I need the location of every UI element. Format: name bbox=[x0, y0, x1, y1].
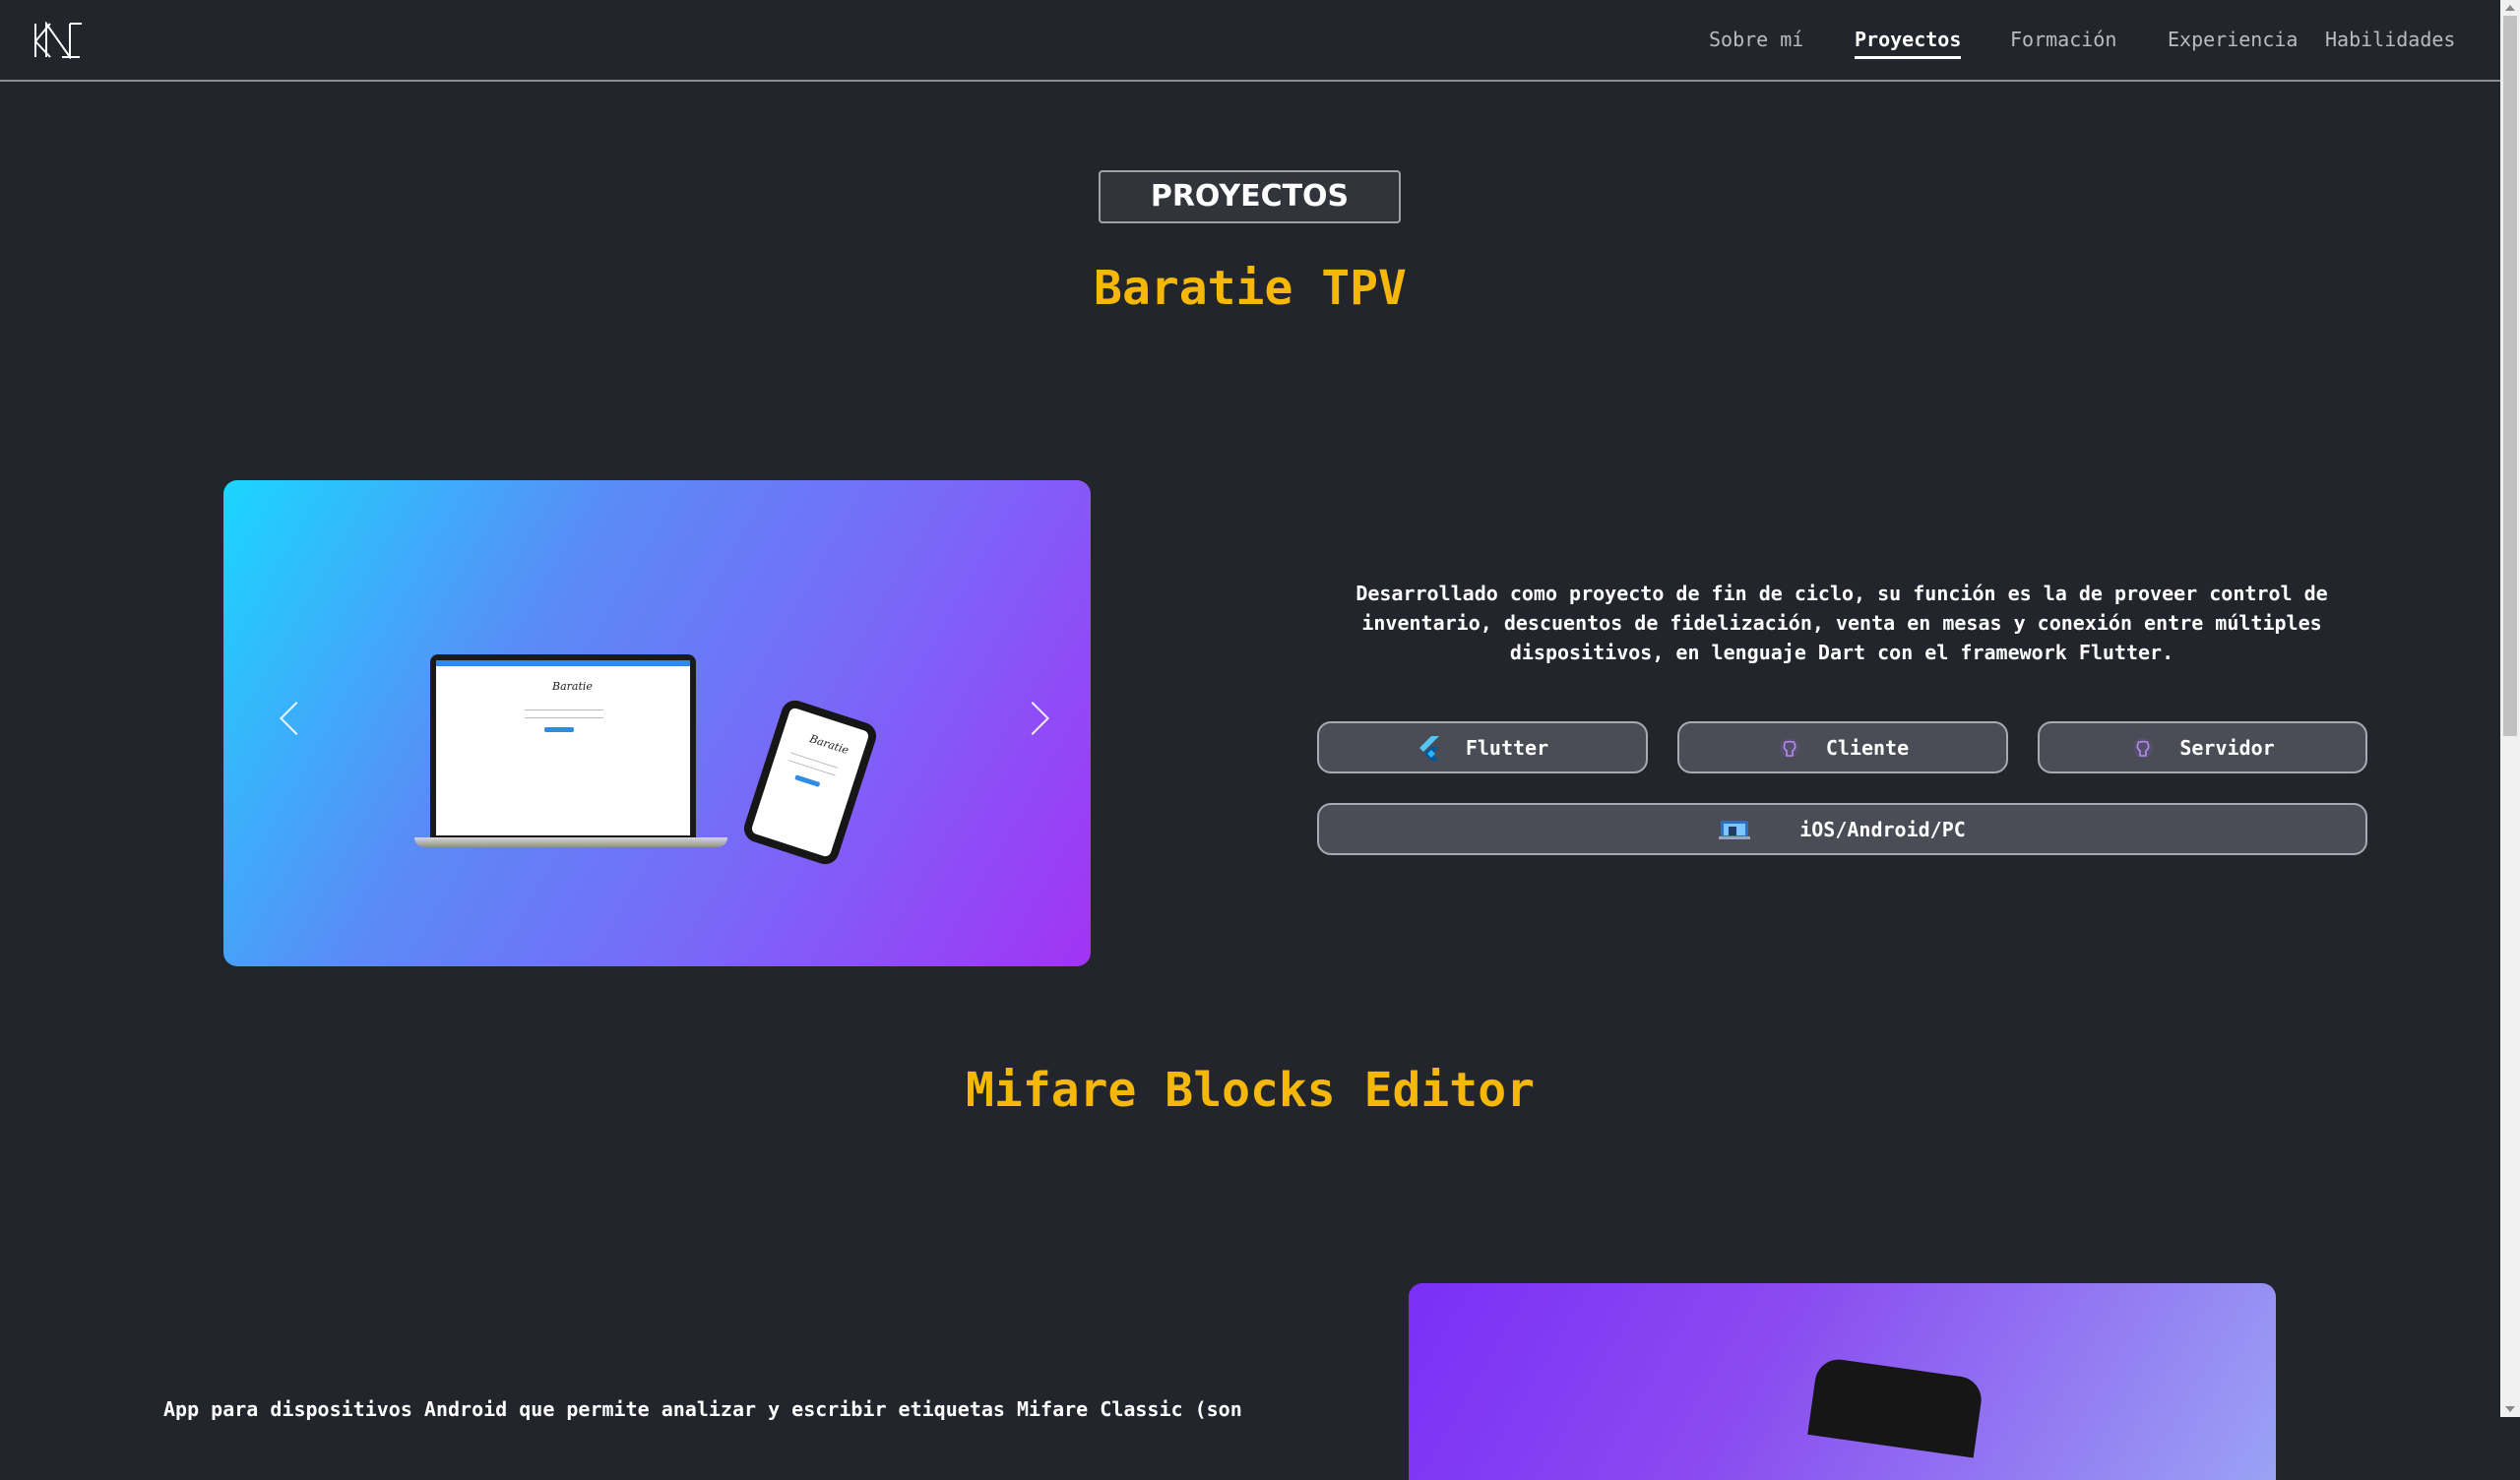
nav-item-habilidades[interactable]: Habilidades bbox=[2325, 28, 2455, 51]
phone-mockup-image bbox=[1807, 1356, 1984, 1458]
kn-logo-icon[interactable] bbox=[32, 22, 84, 59]
devices-icon bbox=[1719, 820, 1751, 839]
project-title: Baratie TPV bbox=[1094, 261, 1407, 316]
project-title: Mifare Blocks Editor bbox=[966, 1063, 1535, 1118]
nav-item-formacion[interactable]: Formación bbox=[2010, 28, 2116, 51]
servidor-button-label: Servidor bbox=[2179, 735, 2275, 760]
nav-item-sobre-mi[interactable]: Sobre mí bbox=[1709, 28, 1803, 51]
scroll-down-icon[interactable] bbox=[2505, 1406, 2515, 1412]
cliente-button-label: Cliente bbox=[1825, 735, 1910, 760]
page-scrollbar[interactable] bbox=[2500, 0, 2520, 1417]
carousel-next-icon[interactable] bbox=[1016, 702, 1049, 735]
github-icon bbox=[1779, 737, 1799, 758]
project-description: App para dispositivos Android que permit… bbox=[163, 1397, 1242, 1421]
github-icon bbox=[2133, 737, 2154, 758]
nav-item-experiencia[interactable]: Experiencia bbox=[2168, 28, 2298, 51]
servidor-button[interactable]: Servidor bbox=[2038, 721, 2367, 773]
app-brand-logo: Baratie bbox=[552, 680, 593, 693]
phone-mockup-image: Baratie bbox=[740, 697, 880, 868]
flutter-button-label: Flutter bbox=[1465, 735, 1549, 760]
nav-item-proyectos[interactable]: Proyectos bbox=[1855, 28, 1962, 59]
platforms-button-label: iOS/Android/PC bbox=[1799, 817, 1966, 841]
project-image-carousel[interactable] bbox=[1409, 1283, 2276, 1480]
section-badge-proyectos: PROYECTOS bbox=[1099, 170, 1401, 223]
flutter-icon bbox=[1418, 735, 1439, 761]
flutter-button[interactable]: Flutter bbox=[1317, 721, 1648, 773]
cliente-button[interactable]: Cliente bbox=[1677, 721, 2008, 773]
laptop-mockup-image: Baratie bbox=[414, 654, 727, 847]
project-description: Desarrollado como proyecto de fin de cic… bbox=[1355, 582, 2328, 664]
scrollbar-thumb[interactable] bbox=[2503, 16, 2517, 736]
platforms-button[interactable]: iOS/Android/PC bbox=[1317, 803, 2367, 855]
project-image-carousel[interactable]: Baratie Baratie bbox=[223, 480, 1091, 966]
top-navbar: Sobre mí Proyectos Formación Experiencia… bbox=[0, 0, 2500, 82]
carousel-prev-icon[interactable] bbox=[280, 702, 313, 735]
scroll-up-icon[interactable] bbox=[2505, 5, 2515, 11]
